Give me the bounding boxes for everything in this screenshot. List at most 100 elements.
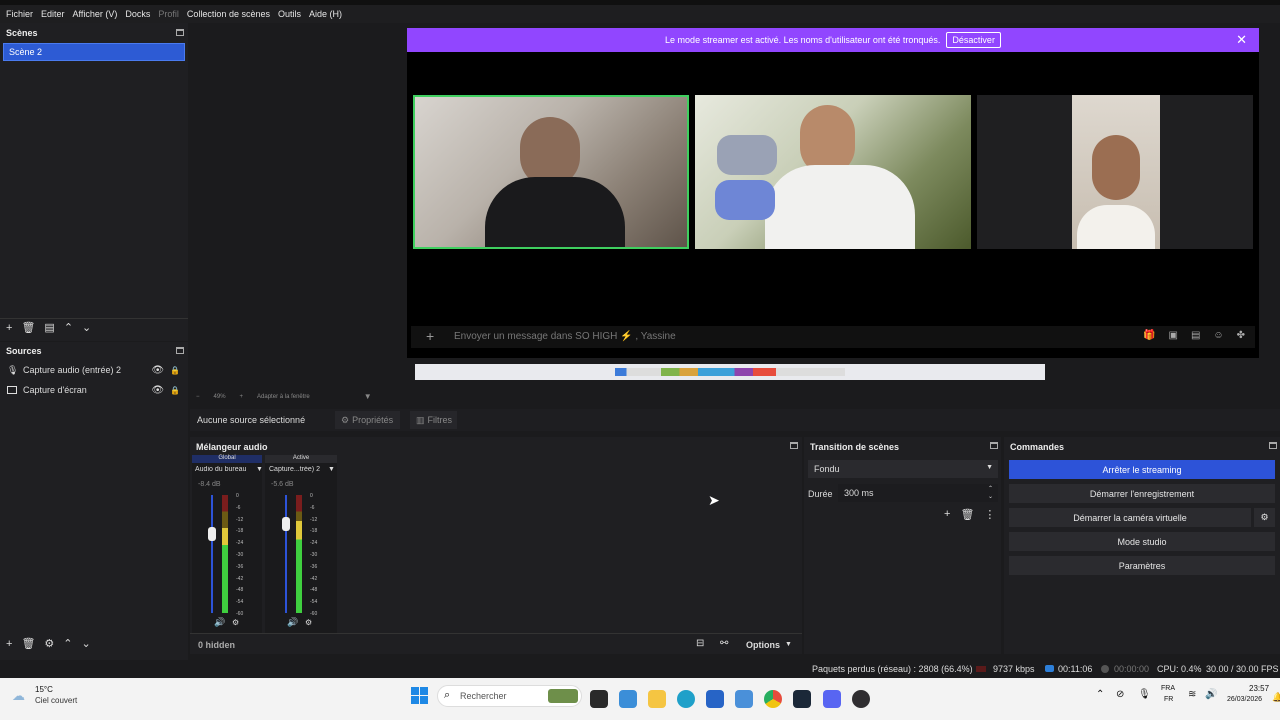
microphone-icon[interactable]: 🎙: [1138, 689, 1151, 700]
steam-icon[interactable]: [793, 690, 811, 708]
fit-button[interactable]: Adapter à la fenêtre: [257, 394, 310, 400]
add-icon[interactable]: +: [6, 638, 12, 650]
taskbar-search[interactable]: ⌕ Rechercher: [437, 685, 582, 707]
menu-aide[interactable]: Aide (H): [305, 9, 346, 19]
windows-start-icon[interactable]: [411, 687, 428, 704]
gear-icon[interactable]: ⚙: [44, 637, 54, 650]
eye-icon[interactable]: 👁: [151, 385, 164, 396]
chevron-up-icon[interactable]: ⌃: [1096, 689, 1104, 700]
gif-icon[interactable]: ▣: [1168, 330, 1177, 341]
move-down-icon[interactable]: ⌄: [82, 637, 91, 650]
menu-fichier[interactable]: Fichier: [2, 9, 37, 19]
keyboard-layout[interactable]: FR: [1164, 696, 1173, 703]
network-off-icon[interactable]: ⊘: [1116, 689, 1124, 700]
menu-afficher[interactable]: Afficher (V): [69, 9, 122, 19]
sources-title: Sources: [6, 346, 42, 356]
discord-icon[interactable]: [823, 690, 841, 708]
link-icon[interactable]: ⚯: [720, 638, 728, 649]
zoom-out-icon[interactable]: −: [196, 394, 200, 400]
clock-date[interactable]: 26/03/2026: [1227, 696, 1262, 703]
properties-button[interactable]: ⚙ Propriétés: [335, 411, 400, 429]
gear-icon[interactable]: ⚙: [232, 618, 239, 627]
undock-icon[interactable]: [790, 442, 798, 449]
move-up-icon[interactable]: ⌃: [63, 637, 72, 650]
store-icon[interactable]: [706, 690, 724, 708]
settings-button[interactable]: Paramètres: [1009, 556, 1275, 575]
volume-handle[interactable]: [208, 527, 216, 541]
zoom-level: 49%: [213, 393, 226, 400]
studio-mode-button[interactable]: Mode studio: [1009, 532, 1275, 551]
source-item-audio[interactable]: 🎙 Capture audio (entrée) 2 👁 🔒: [0, 360, 188, 380]
start-recording-button[interactable]: Démarrer l'enregistrement: [1009, 484, 1275, 503]
undock-icon[interactable]: [990, 442, 998, 449]
volume-slider[interactable]: [211, 495, 213, 613]
move-down-icon[interactable]: ⌄: [82, 321, 91, 334]
gear-icon[interactable]: ⚙: [305, 618, 312, 627]
tick-label: -42: [310, 575, 318, 582]
notification-icon[interactable]: 🔔: [1272, 692, 1280, 703]
speaker-icon[interactable]: 🔊: [287, 617, 298, 628]
channel-tag: Global: [192, 455, 262, 463]
stop-streaming-button[interactable]: Arrêter le streaming: [1009, 460, 1275, 479]
virtual-camera-button[interactable]: Démarrer la caméra virtuelle: [1009, 508, 1251, 527]
trash-icon[interactable]: 🗑: [21, 321, 35, 334]
chevron-down-icon[interactable]: ▼: [328, 466, 335, 473]
obs-icon[interactable]: [852, 690, 870, 708]
wifi-icon[interactable]: ≋: [1188, 689, 1196, 700]
trash-icon[interactable]: 🗑: [21, 637, 35, 650]
disable-button[interactable]: Désactiver: [946, 32, 1001, 48]
menu-profil[interactable]: Profil: [154, 9, 183, 19]
menu-editer[interactable]: Editer: [37, 9, 69, 19]
undock-icon[interactable]: [176, 29, 184, 36]
menu-collection[interactable]: Collection de scènes: [183, 9, 274, 19]
speaker-icon[interactable]: 🔊: [214, 617, 225, 628]
captured-screen: Le mode streamer est activé. Les noms d'…: [407, 28, 1259, 358]
zoom-in-icon[interactable]: +: [240, 394, 244, 400]
terminal-icon[interactable]: [590, 690, 608, 708]
add-icon[interactable]: +: [944, 508, 950, 521]
filters-button[interactable]: ▥ Filtres: [410, 411, 457, 429]
chevron-down-icon[interactable]: ▼: [256, 466, 263, 473]
gift-icon[interactable]: 🎁: [1143, 330, 1155, 341]
move-up-icon[interactable]: ⌃: [64, 321, 73, 334]
volume-slider[interactable]: [285, 495, 287, 613]
scene-item[interactable]: Scène 2: [3, 43, 185, 61]
add-icon[interactable]: +: [6, 322, 12, 334]
volume-handle[interactable]: [282, 517, 290, 531]
options-button[interactable]: Options: [746, 640, 780, 650]
lock-icon[interactable]: 🔒: [170, 366, 180, 375]
stepper-icon[interactable]: ⌃ ⌄: [988, 485, 993, 501]
emoji-icon[interactable]: ☺: [1213, 330, 1223, 341]
transition-select[interactable]: Fondu ▼: [808, 460, 998, 478]
channel-name[interactable]: Capture...trée) 2: [269, 466, 329, 473]
more-icon[interactable]: ⋮: [984, 508, 995, 521]
lock-icon[interactable]: 🔒: [170, 386, 180, 395]
channel-name[interactable]: Audio du bureau: [195, 466, 259, 473]
add-icon[interactable]: +: [426, 328, 434, 344]
copilot-icon[interactable]: [619, 690, 637, 708]
undock-icon[interactable]: [1269, 442, 1277, 449]
eye-icon[interactable]: 👁: [151, 365, 164, 376]
folder-icon[interactable]: [648, 690, 666, 708]
chrome-icon[interactable]: [764, 690, 782, 708]
language[interactable]: FRA: [1161, 685, 1175, 692]
gear-icon[interactable]: ⚙: [1254, 508, 1275, 527]
close-icon[interactable]: ✕: [1236, 32, 1247, 48]
chat-input[interactable]: Envoyer un message dans SO HIGH ⚡ , Yass…: [454, 331, 676, 342]
trash-icon[interactable]: 🗑: [960, 508, 974, 521]
filter-icon[interactable]: ▤: [44, 321, 54, 334]
edge-icon[interactable]: [677, 690, 695, 708]
undock-icon[interactable]: [176, 347, 184, 354]
apps-icon[interactable]: ✤: [1237, 330, 1245, 341]
chevron-down-icon[interactable]: ▼: [785, 641, 792, 648]
vscode-icon[interactable]: [735, 690, 753, 708]
layout-icon[interactable]: ⊟: [696, 638, 704, 649]
volume-icon[interactable]: 🔊: [1205, 689, 1217, 700]
sticker-icon[interactable]: ▤: [1191, 330, 1200, 341]
menu-docks[interactable]: Docks: [121, 9, 154, 19]
source-item-screen[interactable]: Capture d'écran 👁 🔒: [0, 380, 188, 400]
duration-input[interactable]: 300 ms ⌃ ⌄: [838, 484, 998, 502]
chevron-down-icon[interactable]: ▼: [364, 392, 372, 401]
clock-time[interactable]: 23:57: [1249, 684, 1269, 693]
menu-outils[interactable]: Outils: [274, 9, 305, 19]
